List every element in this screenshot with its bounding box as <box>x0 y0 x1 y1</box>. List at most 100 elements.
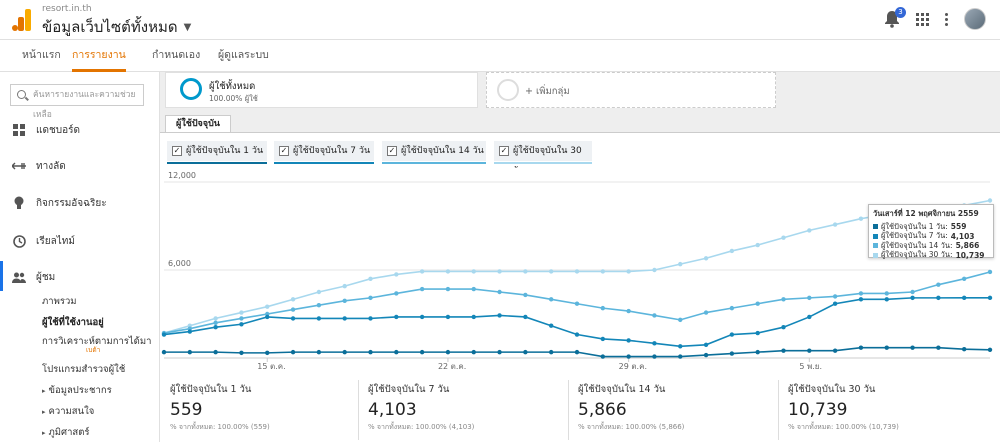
data-point[interactable] <box>316 289 322 295</box>
data-point[interactable] <box>574 269 580 274</box>
data-point[interactable] <box>187 329 193 334</box>
tab-customization[interactable]: กำหนดเอง <box>152 40 200 72</box>
data-point[interactable] <box>678 354 683 359</box>
sidebar-item-audience[interactable]: ผู้ชม <box>0 261 159 291</box>
data-point[interactable] <box>884 345 889 350</box>
data-point[interactable] <box>884 291 889 296</box>
data-point[interactable] <box>471 269 476 274</box>
data-point[interactable] <box>858 216 864 221</box>
data-point[interactable] <box>445 269 451 274</box>
tab-home[interactable]: หน้าแรก <box>22 40 61 72</box>
data-point[interactable] <box>832 348 838 353</box>
data-point[interactable] <box>858 297 864 302</box>
data-point[interactable] <box>497 269 502 274</box>
data-point[interactable] <box>755 242 760 248</box>
data-point[interactable] <box>368 276 373 281</box>
data-point[interactable] <box>497 349 502 355</box>
sidebar-item-realtime[interactable]: เรียลไทม์ <box>0 231 159 251</box>
data-point[interactable] <box>161 332 167 337</box>
data-point[interactable] <box>290 316 296 321</box>
data-point[interactable] <box>626 354 631 359</box>
data-point[interactable] <box>161 349 167 355</box>
data-point[interactable] <box>755 301 760 306</box>
user-avatar[interactable] <box>964 8 986 30</box>
data-point[interactable] <box>471 314 476 320</box>
data-point[interactable] <box>574 301 580 306</box>
checkbox-checked-icon[interactable]: ✓ <box>499 146 509 156</box>
data-point[interactable] <box>213 349 218 355</box>
sidebar-sub-interests[interactable]: ▸ ความสนใจ <box>42 404 94 419</box>
data-point[interactable] <box>781 348 786 353</box>
data-point[interactable] <box>961 295 967 301</box>
data-point[interactable] <box>678 317 683 323</box>
metric-chip-30day[interactable]: ✓ ผู้ใช้ปัจจุบันใน 30 วัน <box>494 141 592 176</box>
data-point[interactable] <box>652 354 657 359</box>
checkbox-checked-icon[interactable]: ✓ <box>279 146 289 156</box>
metric-chip-1day[interactable]: ✓ ผู้ใช้ปัจจุบันใน 1 วัน <box>167 141 267 164</box>
data-point[interactable] <box>239 310 244 315</box>
checkbox-checked-icon[interactable]: ✓ <box>172 146 182 156</box>
data-point[interactable] <box>419 269 425 274</box>
data-point[interactable] <box>910 289 915 295</box>
data-point[interactable] <box>523 269 528 274</box>
data-point[interactable] <box>290 307 296 312</box>
data-point[interactable] <box>678 261 683 267</box>
data-point[interactable] <box>961 276 967 281</box>
data-point[interactable] <box>781 297 786 302</box>
data-point[interactable] <box>471 286 476 292</box>
data-point[interactable] <box>678 344 683 349</box>
data-point[interactable] <box>807 348 812 353</box>
data-point[interactable] <box>394 349 399 355</box>
sidebar-search-input[interactable]: ค้นหารายงานและความช่วยเหลือ <box>10 84 144 120</box>
sidebar-sub-overview[interactable]: ภาพรวม <box>42 294 77 309</box>
tab-reporting[interactable]: การรายงาน <box>72 40 126 72</box>
data-point[interactable] <box>548 297 554 302</box>
data-point[interactable] <box>832 222 838 227</box>
data-point[interactable] <box>600 305 606 311</box>
data-point[interactable] <box>213 316 218 321</box>
data-point[interactable] <box>884 297 889 302</box>
data-point[interactable] <box>807 295 812 301</box>
sidebar-sub-active-users[interactable]: ผู้ใช้ที่ใช้งานอยู่ <box>42 315 104 330</box>
data-point[interactable] <box>729 248 735 254</box>
data-point[interactable] <box>858 345 864 350</box>
data-point[interactable] <box>703 342 709 347</box>
data-point[interactable] <box>265 314 270 320</box>
data-point[interactable] <box>626 308 631 314</box>
data-point[interactable] <box>781 235 786 240</box>
data-point[interactable] <box>755 349 760 355</box>
metric-chip-7day[interactable]: ✓ ผู้ใช้ปัจจุบันใน 7 วัน <box>274 141 374 164</box>
data-point[interactable] <box>910 345 915 350</box>
data-point[interactable] <box>368 316 373 321</box>
data-point[interactable] <box>832 294 838 299</box>
data-point[interactable] <box>471 349 476 355</box>
data-point[interactable] <box>445 286 451 292</box>
sidebar-item-intelligence[interactable]: กิจกรรมอัจฉริยะ <box>0 193 159 213</box>
data-point[interactable] <box>548 323 554 328</box>
data-point[interactable] <box>807 314 812 320</box>
data-point[interactable] <box>290 349 296 355</box>
data-point[interactable] <box>755 330 760 336</box>
data-point[interactable] <box>239 316 244 321</box>
data-point[interactable] <box>523 314 528 320</box>
data-point[interactable] <box>626 269 631 274</box>
data-point[interactable] <box>316 349 322 355</box>
tab-admin[interactable]: ผู้ดูแลระบบ <box>218 40 269 72</box>
data-point[interactable] <box>394 314 399 320</box>
segment-all-users[interactable]: ผู้ใช้ทั้งหมด 100.00% ผู้ใช้ <box>165 72 478 108</box>
data-point[interactable] <box>445 349 451 355</box>
data-point[interactable] <box>523 349 528 355</box>
data-point[interactable] <box>419 286 425 292</box>
property-selector[interactable]: ข้อมูลเว็บไซต์ทั้งหมด ▼ <box>42 15 191 39</box>
data-point[interactable] <box>729 305 735 311</box>
data-point[interactable] <box>729 332 735 337</box>
data-point[interactable] <box>497 313 502 318</box>
data-point[interactable] <box>368 295 373 301</box>
data-point[interactable] <box>342 349 347 355</box>
data-point[interactable] <box>187 349 193 355</box>
data-point[interactable] <box>626 338 631 343</box>
data-point[interactable] <box>265 350 270 356</box>
add-segment-button[interactable]: + เพิ่มกลุ่ม <box>486 72 776 108</box>
data-point[interactable] <box>987 198 993 203</box>
data-point[interactable] <box>729 351 735 356</box>
